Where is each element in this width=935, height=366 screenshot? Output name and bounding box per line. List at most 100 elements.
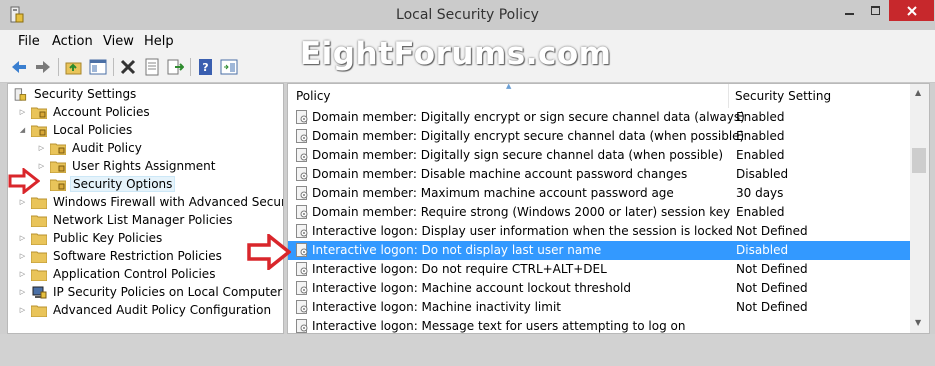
policy-setting-icon bbox=[296, 205, 308, 219]
tree-item-application-control[interactable]: ▷ Application Control Policies bbox=[18, 265, 217, 283]
folder-lock-icon bbox=[50, 143, 66, 155]
policy-setting-icon bbox=[296, 300, 308, 314]
action-pane-icon bbox=[220, 59, 238, 75]
forward-button[interactable] bbox=[34, 58, 52, 76]
expand-arrow-icon[interactable]: ▷ bbox=[18, 198, 27, 207]
policy-name: Domain member: Digitally encrypt or sign… bbox=[312, 110, 745, 124]
expand-arrow-icon[interactable]: ▷ bbox=[18, 270, 27, 279]
up-one-level-button[interactable] bbox=[65, 58, 83, 76]
tree-item-security-options[interactable]: Security Options bbox=[37, 175, 176, 193]
tree-root-label: Security Settings bbox=[34, 87, 137, 101]
help-icon: ? bbox=[199, 59, 212, 75]
menu-file[interactable]: File bbox=[18, 34, 40, 49]
policy-name: Interactive logon: Display user informat… bbox=[312, 224, 733, 238]
security-settings-icon bbox=[14, 87, 27, 101]
security-setting-value: Enabled bbox=[736, 205, 785, 219]
forward-arrow-icon bbox=[36, 61, 50, 73]
delete-button[interactable] bbox=[119, 58, 137, 76]
expand-arrow-icon[interactable]: ▷ bbox=[18, 306, 27, 315]
sort-ascending-icon: ▲ bbox=[506, 83, 512, 90]
policy-setting-icon bbox=[296, 129, 308, 143]
policy-name: Domain member: Require strong (Windows 2… bbox=[312, 205, 731, 219]
show-hide-console-tree-button[interactable] bbox=[89, 58, 107, 76]
policy-setting-icon bbox=[296, 281, 308, 295]
minimize-button[interactable] bbox=[836, 0, 863, 21]
folder-icon bbox=[31, 305, 47, 317]
table-row[interactable]: Domain member: Require strong (Windows 2… bbox=[288, 203, 910, 222]
back-button[interactable] bbox=[10, 58, 28, 76]
table-row[interactable]: Interactive logon: Do not display last u… bbox=[288, 241, 910, 260]
close-icon bbox=[906, 5, 917, 16]
svg-text:?: ? bbox=[202, 61, 208, 74]
expand-arrow-icon[interactable]: ▷ bbox=[18, 252, 27, 261]
column-divider[interactable] bbox=[728, 84, 729, 108]
column-header-security-setting[interactable]: Security Setting bbox=[735, 84, 831, 108]
maximize-button[interactable] bbox=[863, 0, 889, 21]
help-button[interactable]: ? bbox=[197, 58, 215, 76]
tree-item-audit-policy[interactable]: ▷ Audit Policy bbox=[37, 139, 144, 157]
table-row[interactable]: Interactive logon: Display user informat… bbox=[288, 222, 910, 241]
scrollbar-thumb[interactable] bbox=[912, 148, 926, 173]
folder-icon bbox=[31, 251, 47, 263]
toolbar-separator bbox=[113, 58, 114, 76]
vertical-scrollbar[interactable]: ▲ ▼ bbox=[910, 84, 929, 333]
expand-arrow-icon[interactable]: ▷ bbox=[37, 144, 46, 153]
security-setting-value: Not Defined bbox=[736, 224, 808, 238]
expand-arrow-icon[interactable]: ▷ bbox=[18, 234, 27, 243]
folder-icon bbox=[31, 233, 47, 245]
policy-setting-icon bbox=[296, 186, 308, 200]
security-setting-value: Disabled bbox=[736, 167, 789, 181]
policy-name: Domain member: Disable machine account p… bbox=[312, 167, 688, 181]
tree-item-label: Advanced Audit Policy Configuration bbox=[53, 303, 272, 317]
tree-item-windows-firewall[interactable]: ▷ Windows Firewall with Advanced Securit… bbox=[18, 193, 283, 211]
export-list-icon bbox=[167, 59, 184, 75]
policy-name: Interactive logon: Message text for user… bbox=[312, 319, 686, 333]
table-row[interactable]: Domain member: Maximum machine account p… bbox=[288, 184, 910, 203]
table-row[interactable]: Domain member: Disable machine account p… bbox=[288, 165, 910, 184]
close-button[interactable] bbox=[889, 0, 934, 21]
table-row[interactable]: Interactive logon: Machine inactivity li… bbox=[288, 298, 910, 317]
menu-help[interactable]: Help bbox=[144, 34, 174, 49]
column-header-policy[interactable]: Policy bbox=[296, 84, 331, 108]
properties-button[interactable] bbox=[143, 58, 161, 76]
scroll-down-icon[interactable]: ▼ bbox=[915, 318, 921, 327]
tree-item-user-rights-assignment[interactable]: ▷ User Rights Assignment bbox=[37, 157, 217, 175]
tree-item-label: Public Key Policies bbox=[53, 231, 163, 245]
menu-action[interactable]: Action bbox=[52, 34, 93, 49]
folder-lock-icon bbox=[50, 161, 66, 173]
table-row[interactable]: Domain member: Digitally encrypt secure … bbox=[288, 127, 910, 146]
policy-name: Interactive logon: Machine inactivity li… bbox=[312, 300, 561, 314]
table-row[interactable]: Interactive logon: Message text for user… bbox=[288, 317, 910, 333]
table-row[interactable]: Domain member: Digitally encrypt or sign… bbox=[288, 108, 910, 127]
security-setting-value: Not Defined bbox=[736, 281, 808, 295]
minimize-icon bbox=[844, 12, 854, 15]
tree-root-security-settings[interactable]: Security Settings bbox=[12, 85, 138, 103]
tree-item-account-policies[interactable]: ▷ Account Policies bbox=[18, 103, 152, 121]
export-list-button[interactable] bbox=[166, 58, 184, 76]
delete-x-icon bbox=[120, 59, 136, 75]
expand-arrow-icon[interactable]: ▷ bbox=[18, 288, 27, 297]
table-row[interactable]: Interactive logon: Machine account locko… bbox=[288, 279, 910, 298]
red-pointer-arrow-icon bbox=[8, 168, 40, 194]
policy-setting-icon bbox=[296, 262, 308, 276]
expand-arrow-icon[interactable]: ▷ bbox=[18, 108, 27, 117]
tree-item-label: Account Policies bbox=[53, 105, 150, 119]
collapse-arrow-icon[interactable]: ◢ bbox=[18, 126, 27, 135]
security-setting-value: Enabled bbox=[736, 129, 785, 143]
show-action-pane-button[interactable] bbox=[220, 58, 238, 76]
tree-item-local-policies[interactable]: ◢ Local Policies bbox=[18, 121, 134, 139]
scroll-up-icon[interactable]: ▲ bbox=[915, 88, 921, 97]
tree-item-software-restriction[interactable]: ▷ Software Restriction Policies bbox=[18, 247, 224, 265]
folder-lock-icon bbox=[31, 107, 47, 119]
table-row[interactable]: Domain member: Digitally sign secure cha… bbox=[288, 146, 910, 165]
tree-item-advanced-audit[interactable]: ▷ Advanced Audit Policy Configuration bbox=[18, 301, 273, 319]
tree-item-ip-security[interactable]: ▷ IP Security Policies on Local Computer bbox=[18, 283, 283, 301]
title-bar: Local Security Policy bbox=[0, 0, 935, 30]
menu-view[interactable]: View bbox=[103, 34, 134, 49]
folder-lock-icon bbox=[31, 125, 47, 137]
tree-item-public-key-policies[interactable]: ▷ Public Key Policies bbox=[18, 229, 164, 247]
maximize-icon bbox=[871, 5, 880, 15]
policy-list: ▲ Policy Security Setting Domain member:… bbox=[287, 83, 930, 334]
tree-item-network-list-manager[interactable]: Network List Manager Policies bbox=[18, 211, 235, 229]
table-row[interactable]: Interactive logon: Do not require CTRL+A… bbox=[288, 260, 910, 279]
